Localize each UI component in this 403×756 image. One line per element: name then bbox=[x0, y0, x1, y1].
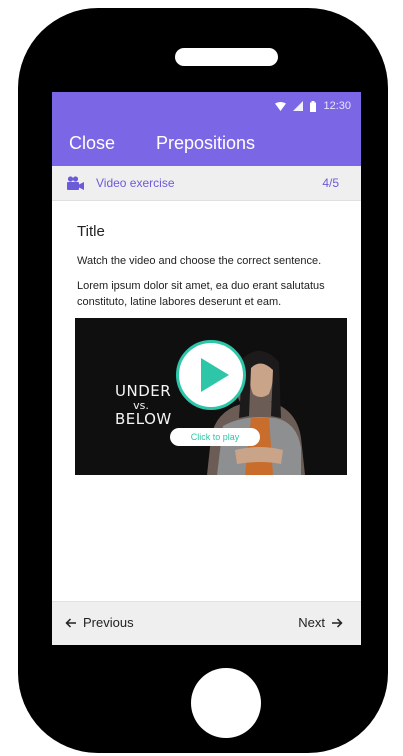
video-caption: UNDER vs. BELOW bbox=[115, 382, 172, 428]
click-to-play-label[interactable]: Click to play bbox=[170, 428, 260, 446]
status-time: 12:30 bbox=[323, 100, 351, 112]
previous-label: Previous bbox=[83, 615, 134, 630]
home-button[interactable] bbox=[191, 668, 261, 738]
video-caption-line1: UNDER bbox=[115, 382, 172, 400]
video-player[interactable]: UNDER vs. BELOW Click to play bbox=[75, 318, 347, 475]
exercise-progress: 4/5 bbox=[322, 176, 339, 190]
next-button[interactable]: Next bbox=[298, 615, 343, 630]
close-button[interactable]: Close bbox=[69, 133, 115, 154]
play-icon bbox=[201, 358, 229, 392]
play-button[interactable] bbox=[176, 340, 246, 410]
previous-button[interactable]: Previous bbox=[65, 615, 134, 630]
wifi-icon bbox=[275, 101, 287, 111]
signal-icon bbox=[293, 101, 304, 111]
status-bar: 12:30 bbox=[275, 98, 351, 114]
body-text: Lorem ipsum dolor sit amet, ea duo erant… bbox=[77, 280, 325, 308]
arrow-right-icon bbox=[332, 617, 343, 628]
phone-speaker bbox=[175, 48, 278, 66]
instruction-text: Watch the video and choose the correct s… bbox=[77, 255, 322, 267]
exercise-type-label: Video exercise bbox=[96, 176, 175, 190]
next-label: Next bbox=[298, 615, 325, 630]
battery-icon bbox=[310, 100, 317, 112]
video-caption-line3: BELOW bbox=[115, 410, 172, 428]
exercise-header: Video exercise 4/5 bbox=[52, 166, 361, 201]
app-screen: 12:30 Close Prepositions Video exercise … bbox=[52, 92, 361, 645]
app-bar: 12:30 Close Prepositions bbox=[52, 92, 361, 166]
content-title: Title bbox=[77, 223, 105, 240]
arrow-left-icon bbox=[65, 617, 76, 628]
video-camera-icon bbox=[67, 176, 84, 190]
page-title: Prepositions bbox=[156, 133, 256, 153]
bottom-navigation: Previous Next bbox=[52, 601, 361, 645]
